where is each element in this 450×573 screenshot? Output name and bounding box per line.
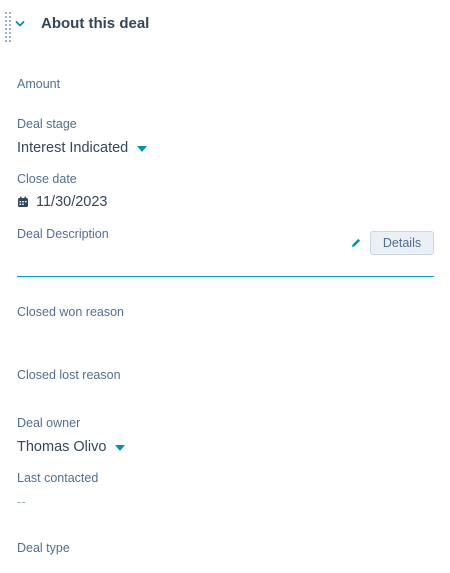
deal-owner-select[interactable]: Thomas Olivo [17, 439, 126, 455]
section-title[interactable]: About this deal [41, 15, 149, 32]
deal-description-input[interactable] [17, 276, 434, 277]
last-contacted-value: -- [17, 494, 26, 509]
amount-label: Amount [17, 77, 61, 91]
caret-down-icon [137, 145, 148, 152]
deal-owner-value: Thomas Olivo [17, 439, 107, 455]
deal-description-label: Deal Description [17, 227, 109, 241]
chevron-down-icon[interactable] [15, 20, 25, 28]
close-date-field[interactable]: 11/30/2023 [17, 194, 108, 210]
calendar-icon [17, 196, 29, 208]
deal-type-label: Deal type [17, 541, 70, 555]
closed-lost-reason-label: Closed lost reason [17, 368, 121, 382]
pencil-icon[interactable] [350, 237, 362, 249]
deal-stage-label: Deal stage [17, 117, 77, 131]
deal-stage-select[interactable]: Interest Indicated [17, 140, 148, 156]
closed-won-reason-label: Closed won reason [17, 305, 125, 319]
deal-stage-value: Interest Indicated [17, 140, 129, 156]
caret-down-icon [115, 444, 126, 451]
details-button[interactable]: Details [370, 231, 434, 255]
close-date-value: 11/30/2023 [36, 194, 108, 210]
close-date-label: Close date [17, 172, 77, 186]
drag-handle-icon[interactable] [5, 12, 12, 42]
deal-owner-label: Deal owner [17, 416, 81, 430]
last-contacted-label: Last contacted [17, 471, 99, 485]
